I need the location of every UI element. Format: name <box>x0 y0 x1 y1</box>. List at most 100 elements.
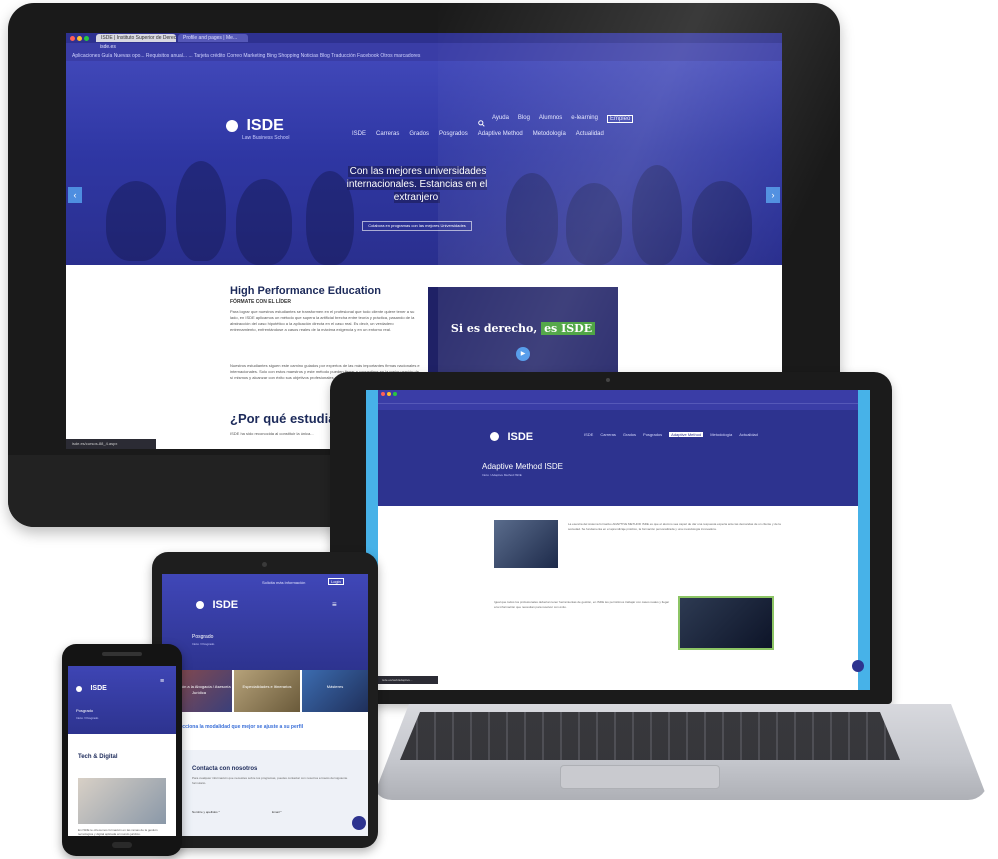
isde-logo-icon <box>490 432 499 442</box>
browser-tab-bar: ISDE | Instituto Superior de Derecho y E… <box>66 33 782 43</box>
logo-text: ISDE <box>212 598 239 611</box>
modality-select-heading: Selecciona la modalidad que mejor se aju… <box>172 724 304 730</box>
mainnav-adaptive-method-active[interactable]: Adaptive Method <box>669 432 704 437</box>
program-card[interactable]: Especialidades e Itinerarios <box>234 670 300 712</box>
maximize-window-icon[interactable] <box>393 392 397 396</box>
phone-hero: ISDE ≡ Posgrado Inicio / Posgrado <box>68 666 176 734</box>
close-window-icon[interactable] <box>381 392 385 396</box>
tablet-use-photo <box>78 778 166 824</box>
mainnav-grados[interactable]: Grados <box>409 131 429 137</box>
isde-logo-icon <box>76 685 82 692</box>
tablet-hero: Solicita más información Login ISDE ≡ Po… <box>162 574 368 670</box>
video-slogan: Si es derecho, <box>450 322 538 335</box>
url-text: isde.es <box>100 44 116 50</box>
isde-logo-icon <box>226 120 238 132</box>
breadcrumb[interactable]: Inicio / Adaptive Method ISDE <box>482 473 522 477</box>
bookmarks-bar[interactable]: Aplicaciones Guía Nuevas opo... Requisit… <box>66 52 782 61</box>
topnav-alumnos[interactable]: Alumnos <box>539 115 562 123</box>
contact-panel <box>182 750 368 836</box>
section-subtitle: FÓRMATE CON EL LÍDER <box>230 299 291 305</box>
hero-caption-text: Con las mejores universidades internacio… <box>346 166 488 203</box>
name-field-label: Nombre y apellidos * <box>192 810 220 814</box>
mainnav-isde[interactable]: ISDE <box>352 131 366 137</box>
main-nav: ISDE Carreras Grados Posgrados Adaptive … <box>352 131 604 137</box>
page-title: Adaptive Method ISDE <box>482 462 563 471</box>
logo-tagline: Law Business School <box>242 135 290 142</box>
mainnav-carreras[interactable]: Carreras <box>376 131 399 137</box>
phone-isde-logo[interactable]: ISDE <box>76 680 107 698</box>
mainnav-posgrados[interactable]: Posgrados <box>643 432 662 437</box>
browser-tab[interactable]: Profile and pages | Me... <box>178 34 248 42</box>
laptop-trackpad <box>560 765 720 789</box>
mainnav-actualidad[interactable]: Actualidad <box>576 131 604 137</box>
laptop-isde-logo[interactable]: ISDE <box>490 428 533 446</box>
minimize-window-icon[interactable] <box>387 392 391 396</box>
laptop: ISDE ISDE Carreras Grados Posgrados Adap… <box>330 372 892 704</box>
section-text: En ISDE te ofrecemos formación en las ra… <box>78 828 158 836</box>
isde-logo[interactable]: ISDE Law Business School <box>226 117 290 141</box>
contact-title: Contacta con nosotros <box>192 766 258 772</box>
topnav-blog[interactable]: Blog <box>518 115 530 123</box>
mainnav-grados[interactable]: Grados <box>623 432 636 437</box>
tablet-isde-logo[interactable]: ISDE <box>196 596 238 614</box>
request-info-link[interactable]: Solicita más información <box>262 580 305 585</box>
carousel-prev-arrow-icon[interactable]: ‹ <box>68 187 82 203</box>
mainnav-actualidad[interactable]: Actualidad <box>739 432 758 437</box>
video-slogan-highlight: es ISDE <box>541 322 596 335</box>
carousel-next-arrow-icon[interactable]: › <box>766 187 780 203</box>
phone-speaker <box>102 652 142 656</box>
address-bar[interactable]: isde.es <box>66 43 782 52</box>
mainnav-isde[interactable]: ISDE <box>584 432 593 437</box>
contact-text: Para cualquier información que necesites… <box>192 776 348 785</box>
browser-tab-active[interactable]: ISDE | Instituto Superior de Derecho y E… <box>96 34 176 42</box>
program-card[interactable]: Másteres <box>302 670 368 712</box>
intro-paragraph: Para lograr que nuestros estudiantes se … <box>230 309 415 332</box>
breadcrumb[interactable]: Inicio / Posgrado <box>76 716 98 720</box>
close-window-icon[interactable] <box>70 36 75 41</box>
email-field-label: Email * <box>272 810 282 814</box>
breadcrumb[interactable]: Inicio / Posgrado <box>192 642 214 646</box>
mainnav-carreras[interactable]: Carreras <box>600 432 616 437</box>
chat-fab-icon[interactable] <box>352 816 366 830</box>
login-button[interactable]: Login <box>328 578 344 585</box>
logo-text: ISDE <box>90 685 107 693</box>
mainnav-adaptive-method[interactable]: Adaptive Method <box>478 131 523 137</box>
section-title: Tech & Digital <box>78 754 118 760</box>
mainnav-metodologia[interactable]: Metodología <box>710 432 732 437</box>
laptop-main-nav: ISDE Carreras Grados Posgrados Adaptive … <box>584 432 758 437</box>
download-status-bar[interactable]: isde.es/cursos-88_4.aspx <box>66 439 156 449</box>
mainnav-posgrados[interactable]: Posgrados <box>439 131 468 137</box>
topnav-empleo[interactable]: Empleo <box>606 115 634 123</box>
maximize-window-icon[interactable] <box>84 36 89 41</box>
logo-text: ISDE <box>507 430 534 443</box>
laptop-hero: ISDE ISDE Carreras Grados Posgrados Adap… <box>378 410 858 506</box>
play-icon[interactable]: ▶ <box>516 347 530 361</box>
minimize-window-icon[interactable] <box>77 36 82 41</box>
presentation-photo <box>678 596 774 650</box>
method-paragraph-2: Igual que todos los profesionales deberí… <box>494 600 670 609</box>
hero-caption: Con las mejores universidades internacio… <box>342 165 492 204</box>
laptop-browser: ISDE ISDE Carreras Grados Posgrados Adap… <box>378 390 858 690</box>
topnav-ayuda[interactable]: Ayuda <box>492 115 509 123</box>
logo-text: ISDE <box>246 117 284 134</box>
laptop-keyboard <box>400 712 900 760</box>
laptop-status-bar[interactable]: isde.es/web/adaptive... <box>378 676 438 684</box>
video-text: Si es derecho, es ISDE <box>428 322 618 335</box>
menu-icon[interactable]: ≡ <box>332 600 337 609</box>
topnav-elearning[interactable]: e-learning <box>571 115 598 123</box>
chat-fab-icon[interactable] <box>852 660 864 672</box>
tablet: Solicita más información Login ISDE ≡ Po… <box>152 552 378 848</box>
method-paragraph: La esencia del sistema formativo ADAPTIV… <box>568 522 781 531</box>
top-nav: Ayuda Blog Alumnos e-learning Empleo <box>492 115 634 123</box>
hero-cta-button[interactable]: Colabora en programas con las mejores Un… <box>362 221 472 231</box>
webcam-icon <box>606 378 610 382</box>
classroom-photo <box>494 520 558 568</box>
menu-icon[interactable]: ≡ <box>160 678 164 685</box>
mainnav-metodologia[interactable]: Metodología <box>533 131 566 137</box>
home-button[interactable] <box>112 842 132 848</box>
promo-video[interactable]: Si es derecho, es ISDE ▶ <box>428 287 618 381</box>
tablet-camera-icon <box>262 562 267 567</box>
tablet-screen: Solicita más información Login ISDE ≡ Po… <box>162 574 368 836</box>
smartphone: ISDE ≡ Posgrado Inicio / Posgrado Tech &… <box>62 644 182 856</box>
search-icon[interactable] <box>478 114 485 132</box>
